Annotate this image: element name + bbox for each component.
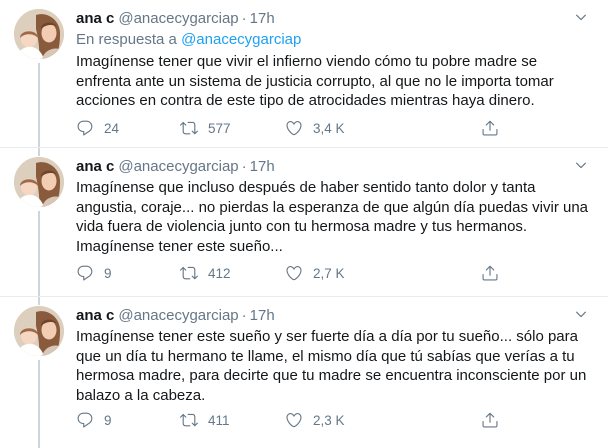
thread-line	[38, 211, 40, 296]
heart-icon	[285, 119, 303, 137]
tweet-text: Imagínense tener que vivir el infierno v…	[76, 53, 554, 110]
reply-prefix: En respuesta a	[76, 31, 182, 48]
reply-icon	[76, 411, 94, 429]
retweet-icon	[180, 264, 198, 282]
retweet-button[interactable]: 411	[180, 410, 230, 430]
reply-button[interactable]: 9	[76, 410, 112, 430]
share-button[interactable]	[481, 263, 499, 283]
reply-count: 24	[104, 120, 120, 136]
retweet-button[interactable]: 577	[180, 118, 231, 138]
avatar[interactable]	[14, 306, 64, 356]
retweet-icon	[180, 119, 198, 137]
timestamp[interactable]: 17h	[250, 158, 275, 175]
share-icon	[481, 119, 499, 137]
timestamp[interactable]: 17h	[250, 10, 275, 27]
author-handle[interactable]: @anacecygarciap	[118, 307, 238, 324]
heart-icon	[285, 264, 303, 282]
author-name[interactable]: ana c	[76, 307, 114, 324]
avatar[interactable]	[14, 9, 64, 59]
author-name[interactable]: ana c	[76, 10, 114, 27]
author-handle[interactable]: @anacecygarciap	[118, 158, 238, 175]
separator: ·	[241, 307, 247, 324]
chevron-down-icon[interactable]	[574, 307, 588, 321]
chevron-down-icon[interactable]	[574, 10, 588, 24]
share-button[interactable]	[481, 118, 499, 138]
action-bar: 24 577 3,4 K	[76, 118, 506, 138]
reply-count: 9	[104, 412, 112, 428]
thread-line	[38, 63, 40, 147]
action-bar: 9 411 2,3 K	[76, 410, 506, 430]
heart-icon	[285, 411, 303, 429]
reply-button[interactable]: 24	[76, 118, 119, 138]
retweet-count: 577	[208, 120, 231, 136]
tweet-header: ana c @anacecygarciap · 17h	[76, 307, 275, 325]
action-bar: 9 412 2,7 K	[76, 263, 506, 283]
reply-icon	[76, 119, 94, 137]
tweet-text: Imagínense que incluso después de haber …	[76, 179, 589, 255]
tweet-header: ana c @anacecygarciap · 17h	[76, 158, 275, 176]
retweet-icon	[180, 411, 198, 429]
timestamp[interactable]: 17h	[250, 307, 275, 324]
like-count: 3,4 K	[313, 120, 345, 136]
reply-icon	[76, 264, 94, 282]
reply-handle-link[interactable]: @anacecygarciap	[181, 31, 301, 48]
retweet-button[interactable]: 412	[180, 263, 231, 283]
tweet-header: ana c @anacecygarciap · 17h	[76, 10, 275, 28]
author-name[interactable]: ana c	[76, 158, 114, 175]
retweet-count: 412	[208, 265, 231, 281]
tweet-text: Imagínense tener este sueño y ser fuerte…	[76, 328, 587, 404]
thread-line	[38, 148, 40, 156]
thread-line	[38, 297, 40, 305]
like-count: 2,7 K	[313, 265, 345, 281]
tweet[interactable]: ana c @anacecygarciap · 17h En respuesta a …	[0, 0, 608, 147]
retweet-count: 411	[208, 412, 230, 428]
like-button[interactable]: 3,4 K	[285, 118, 345, 138]
share-icon	[481, 411, 499, 429]
author-handle[interactable]: @anacecygarciap	[118, 10, 238, 27]
tweet[interactable]: ana c @anacecygarciap · 17h Imagínense tene…	[0, 297, 608, 448]
like-button[interactable]: 2,7 K	[285, 263, 345, 283]
share-button[interactable]	[481, 410, 499, 430]
tweet[interactable]: ana c @anacecygarciap · 17h Imagínense que …	[0, 148, 608, 296]
avatar[interactable]	[14, 157, 64, 207]
reply-count: 9	[104, 265, 112, 281]
reply-button[interactable]: 9	[76, 263, 112, 283]
separator: ·	[241, 10, 247, 27]
like-count: 2,3 K	[313, 412, 345, 428]
share-icon	[481, 264, 499, 282]
separator: ·	[241, 158, 247, 175]
like-button[interactable]: 2,3 K	[285, 410, 345, 430]
reply-context: En respuesta a @anacecygarciap	[76, 31, 301, 49]
chevron-down-icon[interactable]	[574, 158, 588, 172]
thread-line	[38, 360, 40, 448]
